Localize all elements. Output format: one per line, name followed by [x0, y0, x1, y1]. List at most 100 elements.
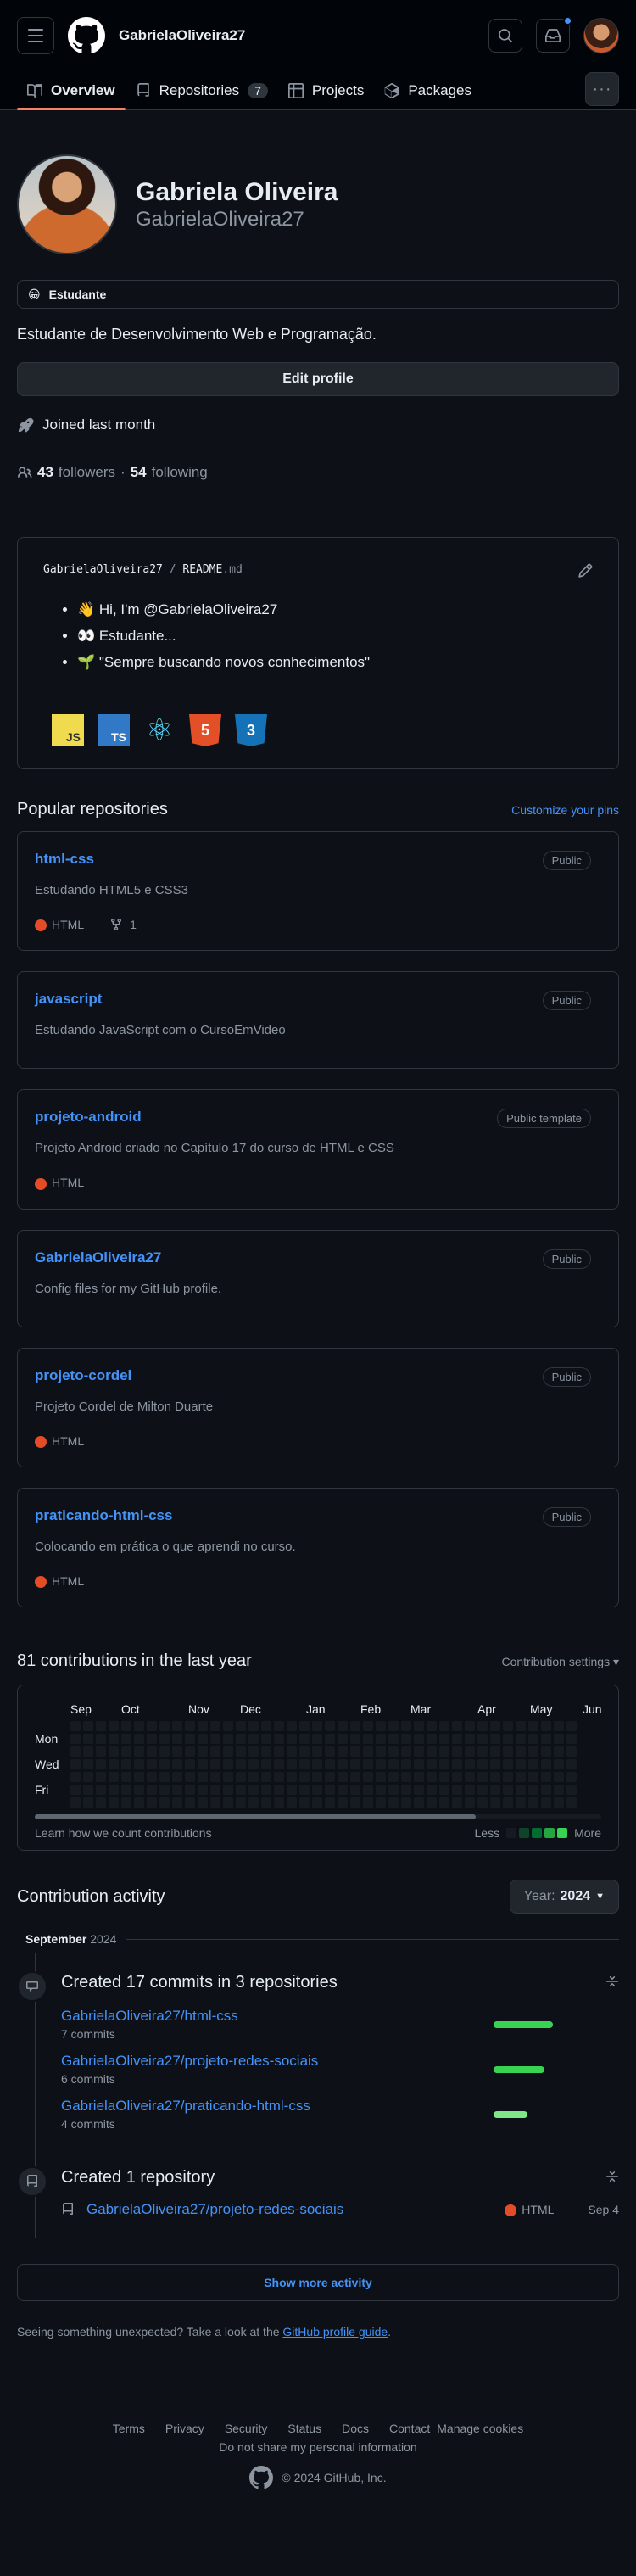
contribution-day[interactable]	[414, 1785, 424, 1796]
contribution-day[interactable]	[210, 1772, 220, 1783]
contribution-day[interactable]	[134, 1785, 144, 1796]
contribution-day[interactable]	[490, 1797, 500, 1808]
contribution-day[interactable]	[554, 1734, 564, 1745]
contribution-day[interactable]	[172, 1746, 182, 1757]
contribution-day[interactable]	[401, 1721, 411, 1732]
contribution-day[interactable]	[528, 1772, 538, 1783]
contribution-day[interactable]	[325, 1721, 335, 1732]
contribution-day[interactable]	[566, 1746, 577, 1757]
contribution-day[interactable]	[490, 1721, 500, 1732]
contribution-day[interactable]	[452, 1721, 462, 1732]
contribution-day[interactable]	[248, 1785, 259, 1796]
header-username[interactable]: GabrielaOliveira27	[119, 27, 245, 44]
fold-icon[interactable]	[605, 1975, 619, 1988]
contribution-day[interactable]	[109, 1734, 119, 1745]
contribution-day[interactable]	[121, 1759, 131, 1770]
contribution-day[interactable]	[274, 1759, 284, 1770]
contribution-day[interactable]	[134, 1759, 144, 1770]
contribution-day[interactable]	[223, 1746, 233, 1757]
contribution-day[interactable]	[261, 1746, 271, 1757]
contribution-day[interactable]	[210, 1797, 220, 1808]
contribution-day[interactable]	[223, 1734, 233, 1745]
contribution-day[interactable]	[388, 1772, 399, 1783]
menu-button[interactable]	[17, 17, 54, 54]
contribution-day[interactable]	[401, 1797, 411, 1808]
contribution-day[interactable]	[83, 1746, 93, 1757]
contribution-day[interactable]	[96, 1759, 106, 1770]
contribution-day[interactable]	[299, 1772, 310, 1783]
contribution-day[interactable]	[109, 1721, 119, 1732]
contribution-day[interactable]	[121, 1785, 131, 1796]
contribution-day[interactable]	[70, 1797, 81, 1808]
contribution-day[interactable]	[528, 1797, 538, 1808]
contribution-day[interactable]	[350, 1759, 360, 1770]
contribution-day[interactable]	[363, 1772, 373, 1783]
tab-projects[interactable]: Projects	[278, 71, 374, 109]
contribution-day[interactable]	[287, 1734, 297, 1745]
contribution-day[interactable]	[172, 1721, 182, 1732]
contribution-day[interactable]	[172, 1797, 182, 1808]
contribution-day[interactable]	[198, 1772, 208, 1783]
profile-guide-link[interactable]: GitHub profile guide	[282, 2325, 388, 2339]
footer-link-security[interactable]: Security	[225, 2422, 268, 2435]
contribution-day[interactable]	[439, 1785, 449, 1796]
contribution-day[interactable]	[287, 1746, 297, 1757]
contribution-day[interactable]	[299, 1734, 310, 1745]
scrollbar-thumb[interactable]	[35, 1814, 476, 1820]
contribution-day[interactable]	[248, 1772, 259, 1783]
following-label[interactable]: following	[152, 464, 208, 481]
contribution-day[interactable]	[274, 1746, 284, 1757]
contribution-day[interactable]	[427, 1785, 437, 1796]
contribution-day[interactable]	[350, 1721, 360, 1732]
contribution-day[interactable]	[109, 1759, 119, 1770]
contribution-day[interactable]	[287, 1785, 297, 1796]
contribution-day[interactable]	[121, 1734, 131, 1745]
contribution-day[interactable]	[236, 1785, 246, 1796]
contribution-day[interactable]	[210, 1734, 220, 1745]
footer-link-docs[interactable]: Docs	[342, 2422, 369, 2435]
contribution-day[interactable]	[159, 1797, 170, 1808]
contribution-settings-button[interactable]: Contribution settings ▾	[501, 1655, 619, 1669]
contribution-day[interactable]	[274, 1797, 284, 1808]
footer-no-share-link[interactable]: Do not share my personal information	[17, 2440, 619, 2454]
contribution-day[interactable]	[465, 1772, 475, 1783]
contribution-day[interactable]	[338, 1772, 348, 1783]
contribution-day[interactable]	[477, 1772, 488, 1783]
contribution-day[interactable]	[388, 1746, 399, 1757]
contribution-day[interactable]	[554, 1721, 564, 1732]
contribution-day[interactable]	[427, 1721, 437, 1732]
year-select[interactable]: Year: 2024 ▼	[509, 1880, 619, 1914]
contribution-day[interactable]	[248, 1759, 259, 1770]
commit-count-link[interactable]: 4 commits	[61, 2117, 310, 2131]
contribution-day[interactable]	[83, 1721, 93, 1732]
contribution-day[interactable]	[338, 1785, 348, 1796]
contribution-day[interactable]	[388, 1785, 399, 1796]
following-count[interactable]: 54	[131, 464, 147, 481]
contribution-day[interactable]	[236, 1759, 246, 1770]
customize-pins-link[interactable]: Customize your pins	[511, 803, 619, 817]
contribution-day[interactable]	[159, 1721, 170, 1732]
contribution-day[interactable]	[414, 1746, 424, 1757]
contribution-day[interactable]	[109, 1797, 119, 1808]
contribution-day[interactable]	[477, 1746, 488, 1757]
contribution-day[interactable]	[465, 1721, 475, 1732]
contribution-day[interactable]	[274, 1785, 284, 1796]
commit-repo-link[interactable]: GabrielaOliveira27/projeto-redes-sociais	[61, 2053, 318, 2070]
contribution-day[interactable]	[134, 1772, 144, 1783]
contribution-day[interactable]	[70, 1734, 81, 1745]
contribution-day[interactable]	[363, 1721, 373, 1732]
contribution-day[interactable]	[566, 1797, 577, 1808]
contribution-day[interactable]	[401, 1759, 411, 1770]
contribution-day[interactable]	[261, 1772, 271, 1783]
contribution-day[interactable]	[516, 1746, 526, 1757]
contribution-day[interactable]	[566, 1759, 577, 1770]
contribution-day[interactable]	[109, 1785, 119, 1796]
contribution-day[interactable]	[325, 1785, 335, 1796]
contribution-day[interactable]	[503, 1759, 513, 1770]
contribution-day[interactable]	[147, 1746, 157, 1757]
status-pill[interactable]: 😀 Estudante	[17, 280, 619, 309]
contribution-day[interactable]	[134, 1797, 144, 1808]
contribution-day[interactable]	[363, 1797, 373, 1808]
contribution-day[interactable]	[261, 1734, 271, 1745]
repo-name-link[interactable]: praticando-html-css	[35, 1507, 172, 1523]
